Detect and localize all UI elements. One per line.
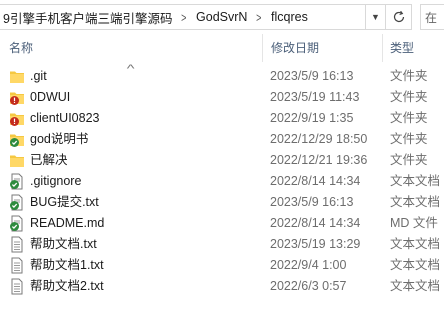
file-type: 文本文档 — [390, 279, 441, 293]
column-header: 名称 修改日期 类型 ^ — [0, 34, 444, 75]
file-row[interactable]: .gitignore 2022/8/14 14:34 文本文档 — [0, 171, 444, 192]
refresh-button[interactable] — [386, 4, 412, 30]
file-modified-date: 2022/6/3 0:57 — [270, 279, 347, 293]
file-name[interactable]: BUG提交.txt — [30, 192, 99, 213]
file-type: 文件夹 — [390, 90, 428, 104]
file-modified-date: 2022/12/29 18:50 — [270, 132, 368, 146]
file-synced-icon — [9, 173, 25, 190]
file-row[interactable]: 已解决 2022/12/21 19:36 文件夹 — [0, 150, 444, 171]
file-modified-date: 2022/8/14 14:34 — [270, 216, 361, 230]
folder-conflict-icon — [9, 110, 25, 127]
breadcrumb-item[interactable]: flcqres — [271, 10, 308, 24]
file-name[interactable]: 帮助文档1.txt — [30, 255, 104, 276]
file-row[interactable]: .git 2023/5/9 16:13 文件夹 — [0, 66, 444, 87]
folder-icon — [9, 68, 25, 85]
file-type: MD 文件 — [390, 216, 438, 230]
folder-synced-icon — [9, 131, 25, 148]
file-name[interactable]: god说明书 — [30, 129, 88, 150]
text-file-icon — [9, 236, 25, 253]
file-list: .git 2023/5/9 16:13 文件夹 0DWUI 2023/5/19 11:4… — [0, 66, 444, 297]
file-type: 文件夹 — [390, 111, 428, 125]
breadcrumb-chevron-icon[interactable]: > — [182, 10, 187, 25]
file-synced-icon — [9, 194, 25, 211]
file-synced-icon — [9, 215, 25, 232]
file-row[interactable]: 帮助文档1.txt 2022/9/4 1:00 文本文档 — [0, 255, 444, 276]
file-name[interactable]: .gitignore — [30, 171, 81, 192]
file-name[interactable]: 已解决 — [30, 150, 68, 171]
file-modified-date: 2023/5/9 16:13 — [270, 195, 354, 209]
search-placeholder: 在 — [425, 10, 438, 25]
chevron-down-icon: ▼ — [371, 12, 380, 22]
file-type: 文本文档 — [390, 195, 441, 209]
breadcrumb-item[interactable]: 9引擎手机客户端三端引擎源码 — [3, 8, 172, 27]
file-type: 文件夹 — [390, 153, 428, 167]
address-history-dropdown[interactable]: ▼ — [366, 4, 386, 30]
file-type: 文件夹 — [390, 132, 428, 146]
text-file-icon — [9, 278, 25, 295]
file-row[interactable]: BUG提交.txt 2023/5/9 16:13 文本文档 — [0, 192, 444, 213]
file-row[interactable]: README.md 2022/8/14 14:34 MD 文件 — [0, 213, 444, 234]
file-type: 文本文档 — [390, 174, 441, 188]
file-row[interactable]: clientUI0823 2022/9/19 1:35 文件夹 — [0, 108, 444, 129]
breadcrumb-chevron-icon[interactable]: > — [257, 10, 262, 25]
file-type: 文本文档 — [390, 258, 441, 272]
file-row[interactable]: 帮助文档.txt 2023/5/19 13:29 文本文档 — [0, 234, 444, 255]
file-modified-date: 2022/8/14 14:34 — [270, 174, 361, 188]
address-bar[interactable]: 9引擎手机客户端三端引擎源码 > GodSvrN > flcqres — [0, 4, 366, 30]
column-header-name[interactable]: 名称 — [0, 34, 262, 62]
file-modified-date: 2023/5/9 16:13 — [270, 69, 354, 83]
breadcrumb-item[interactable]: GodSvrN — [196, 10, 247, 24]
file-name[interactable]: clientUI0823 — [30, 108, 100, 129]
address-bar-row: 9引擎手机客户端三端引擎源码 > GodSvrN > flcqres ▼ 在 — [0, 0, 444, 34]
search-input[interactable]: 在 — [420, 4, 444, 30]
file-name[interactable]: .git — [30, 66, 47, 87]
file-modified-date: 2022/9/19 1:35 — [270, 111, 354, 125]
file-modified-date: 2022/9/4 1:00 — [270, 258, 347, 272]
column-header-date[interactable]: 修改日期 — [262, 34, 382, 62]
file-name[interactable]: 帮助文档2.txt — [30, 276, 104, 297]
file-row[interactable]: 帮助文档2.txt 2022/6/3 0:57 文本文档 — [0, 276, 444, 297]
file-name[interactable]: 帮助文档.txt — [30, 234, 97, 255]
file-row[interactable]: 0DWUI 2023/5/19 11:43 文件夹 — [0, 87, 444, 108]
file-type: 文本文档 — [390, 237, 441, 251]
file-name[interactable]: README.md — [30, 213, 104, 234]
text-file-icon — [9, 257, 25, 274]
column-header-type[interactable]: 类型 — [382, 34, 444, 62]
refresh-icon — [393, 10, 404, 23]
file-type: 文件夹 — [390, 69, 428, 83]
file-row[interactable]: god说明书 2022/12/29 18:50 文件夹 — [0, 129, 444, 150]
file-modified-date: 2023/5/19 11:43 — [270, 90, 360, 104]
file-modified-date: 2023/5/19 13:29 — [270, 237, 361, 251]
file-name[interactable]: 0DWUI — [30, 87, 70, 108]
folder-icon — [9, 152, 25, 169]
file-modified-date: 2022/12/21 19:36 — [270, 153, 368, 167]
folder-conflict-icon — [9, 89, 25, 106]
